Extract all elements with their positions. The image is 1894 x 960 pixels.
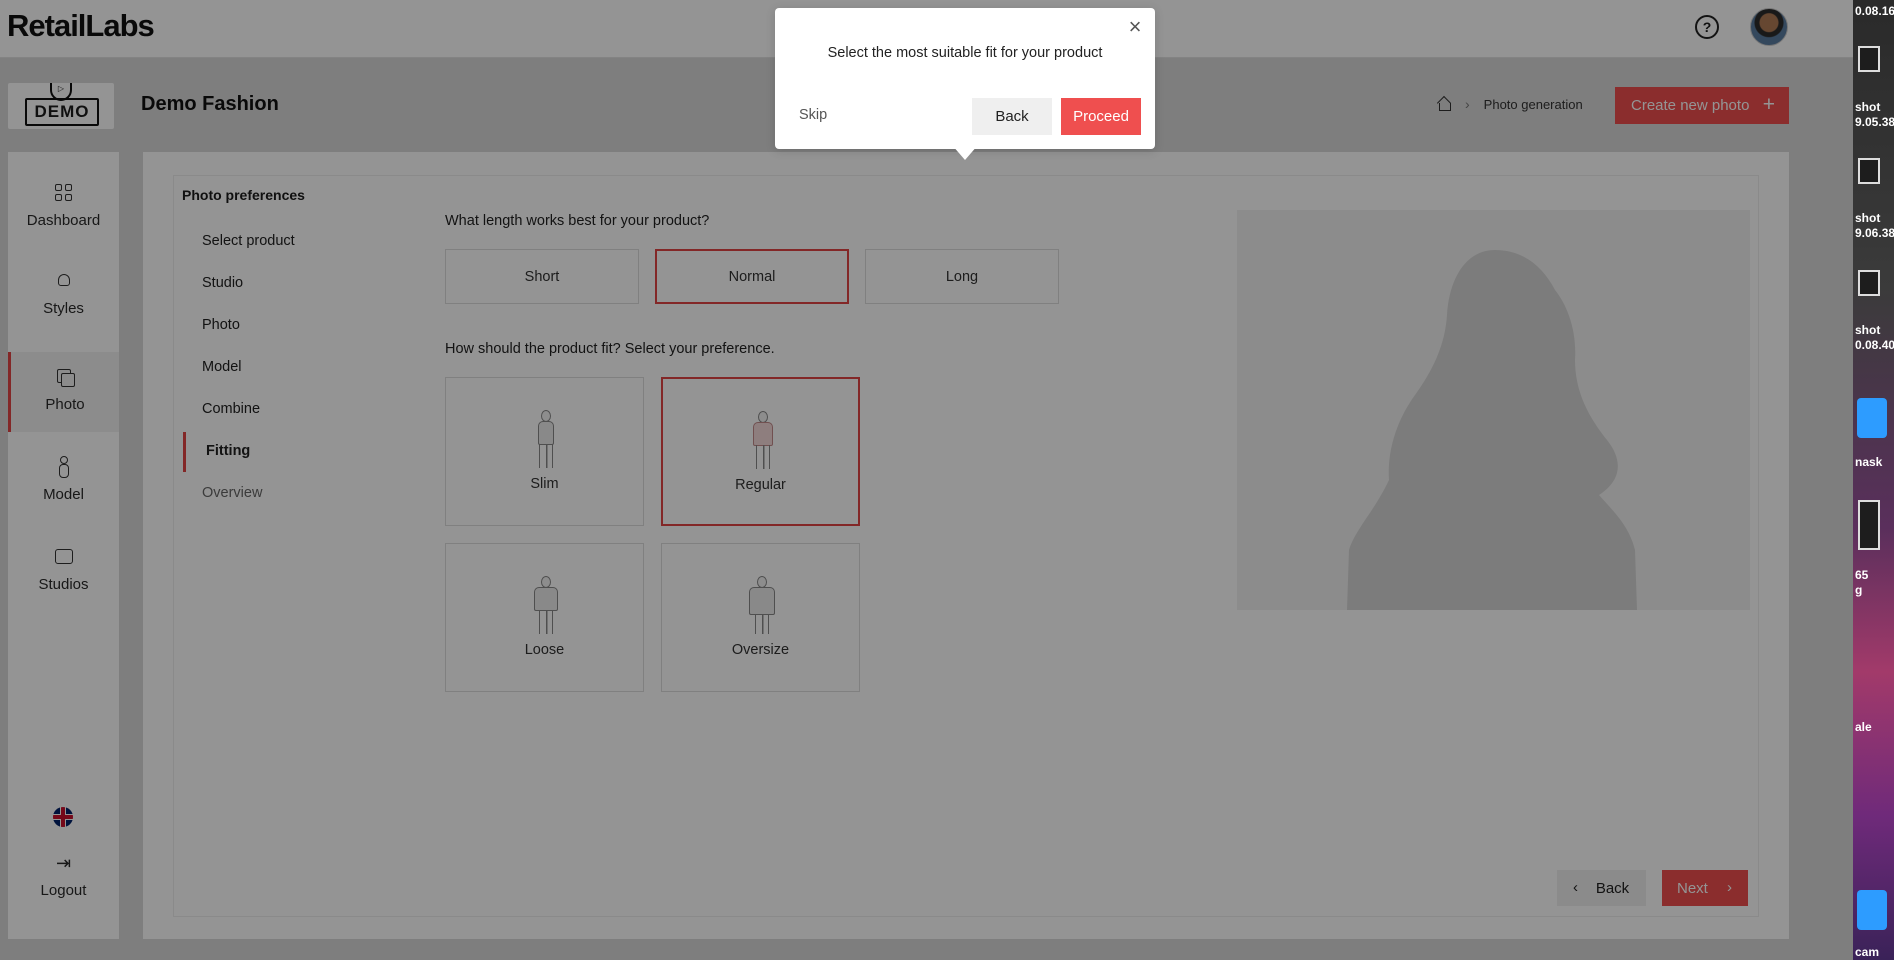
next-button[interactable]: Next › <box>1662 870 1748 906</box>
brand-logo[interactable]: RetailLabs <box>7 8 155 44</box>
chevron-left-icon: ‹ <box>1573 879 1578 896</box>
avatar[interactable] <box>1750 8 1788 46</box>
fit-option-label: Loose <box>524 642 565 658</box>
model-silhouette-image <box>1347 250 1637 610</box>
back-button[interactable]: ‹ Back <box>1557 870 1646 906</box>
fit-option-oversize[interactable]: Oversize <box>661 543 860 692</box>
step-select-product[interactable]: Select product <box>202 233 295 249</box>
desktop-label: 0.08.16 <box>1855 4 1894 18</box>
breadcrumb-current[interactable]: Photo generation <box>1484 97 1583 112</box>
desktop-label: nask <box>1855 455 1883 469</box>
sidebar-item-label: Styles <box>43 300 84 317</box>
sidebar-item-label: Dashboard <box>26 212 101 229</box>
model-preview <box>1237 210 1750 610</box>
help-circle-icon[interactable]: ? <box>1695 15 1719 39</box>
length-question: What length works best for your product? <box>445 213 710 229</box>
workspace-logo: ▷ DEMO <box>8 83 114 129</box>
photo-icon <box>54 366 76 388</box>
tour-back-button[interactable]: Back <box>972 98 1052 135</box>
sidebar-item-label: Photo <box>45 396 85 413</box>
desktop-file-icon[interactable] <box>1858 500 1880 550</box>
desktop-label: shot 0.08.40 <box>1855 323 1894 352</box>
length-option-long[interactable]: Long <box>865 249 1059 304</box>
length-option-normal[interactable]: Normal <box>655 249 849 304</box>
desktop-file-icon[interactable] <box>1858 46 1880 72</box>
desktop-label: 65 g <box>1855 568 1869 597</box>
uk-flag-icon[interactable] <box>53 807 73 827</box>
dashboard-icon <box>53 182 75 204</box>
sidebar-item-studios[interactable]: Studios <box>8 546 119 626</box>
back-label: Back <box>1595 879 1630 897</box>
logout-label: Logout <box>40 882 87 899</box>
slim-figure-icon <box>532 410 560 468</box>
chevron-right-icon: › <box>1465 96 1470 112</box>
fit-option-regular[interactable]: Regular <box>661 377 860 526</box>
regular-figure-icon <box>749 411 777 469</box>
home-icon[interactable] <box>1437 97 1451 111</box>
tour-proceed-button[interactable]: Proceed <box>1061 98 1141 135</box>
oversize-figure-icon <box>748 576 776 634</box>
fit-option-label: Oversize <box>731 642 790 658</box>
tour-popover-arrow <box>952 145 978 160</box>
sidebar-item-label: Model <box>43 486 84 503</box>
plus-icon: + <box>1762 93 1775 116</box>
chevron-right-icon: › <box>1727 879 1732 896</box>
studios-icon <box>53 546 75 568</box>
logout-button[interactable]: ⇥ Logout <box>8 852 119 899</box>
page-title: Demo Fashion <box>141 93 279 115</box>
fit-option-label: Slim <box>530 476 559 492</box>
desktop-label: cam <box>1855 945 1880 959</box>
step-model[interactable]: Model <box>202 359 242 375</box>
length-option-short[interactable]: Short <box>445 249 639 304</box>
desktop-file-icon[interactable] <box>1858 158 1880 184</box>
model-icon <box>53 456 75 478</box>
sidebar: Dashboard Styles Photo Model Studios ⇥ L… <box>8 152 119 939</box>
desktop-file-icon[interactable] <box>1858 270 1880 296</box>
styles-icon <box>53 270 75 292</box>
step-fitting[interactable]: Fitting <box>206 443 250 459</box>
step-photo[interactable]: Photo <box>202 317 240 333</box>
sidebar-item-photo[interactable]: Photo <box>8 352 119 432</box>
sidebar-item-model[interactable]: Model <box>8 456 119 536</box>
fit-question: How should the product fit? Select your … <box>445 341 775 357</box>
steps-title: Photo preferences <box>182 187 305 203</box>
loose-figure-icon <box>532 576 560 634</box>
sidebar-item-styles[interactable]: Styles <box>8 270 119 350</box>
desktop-background: 0.08.16 shot 9.05.38 shot 9.06.38 shot 0… <box>1853 0 1894 960</box>
desktop-label: shot 9.05.38 <box>1855 100 1894 129</box>
logout-icon: ⇥ <box>55 853 72 873</box>
fit-option-loose[interactable]: Loose <box>445 543 644 692</box>
fit-option-slim[interactable]: Slim <box>445 377 644 526</box>
tour-skip-link[interactable]: Skip <box>799 107 827 123</box>
desktop-label: ale <box>1855 720 1872 734</box>
desktop-folder-icon[interactable] <box>1857 890 1887 930</box>
tour-message: Select the most suitable fit for your pr… <box>827 45 1103 61</box>
next-label: Next <box>1677 879 1708 897</box>
desktop-folder-icon[interactable] <box>1857 398 1887 438</box>
fit-option-label: Regular <box>735 477 786 493</box>
tour-popover: × Select the most suitable fit for your … <box>775 8 1155 149</box>
active-step-indicator <box>183 432 186 472</box>
sidebar-item-label: Studios <box>38 576 89 593</box>
desktop-label: shot 9.06.38 <box>1855 211 1894 240</box>
step-overview[interactable]: Overview <box>202 485 262 501</box>
step-combine[interactable]: Combine <box>202 401 260 417</box>
close-icon[interactable]: × <box>1126 16 1144 38</box>
workspace-logo-text: DEMO <box>25 98 99 126</box>
step-studio[interactable]: Studio <box>202 275 243 291</box>
sidebar-item-dashboard[interactable]: Dashboard <box>8 182 119 262</box>
create-new-photo-label: Create new photo <box>1631 97 1750 114</box>
create-new-photo-button[interactable]: Create new photo + <box>1615 87 1789 124</box>
breadcrumb: › Photo generation <box>1437 96 1583 112</box>
